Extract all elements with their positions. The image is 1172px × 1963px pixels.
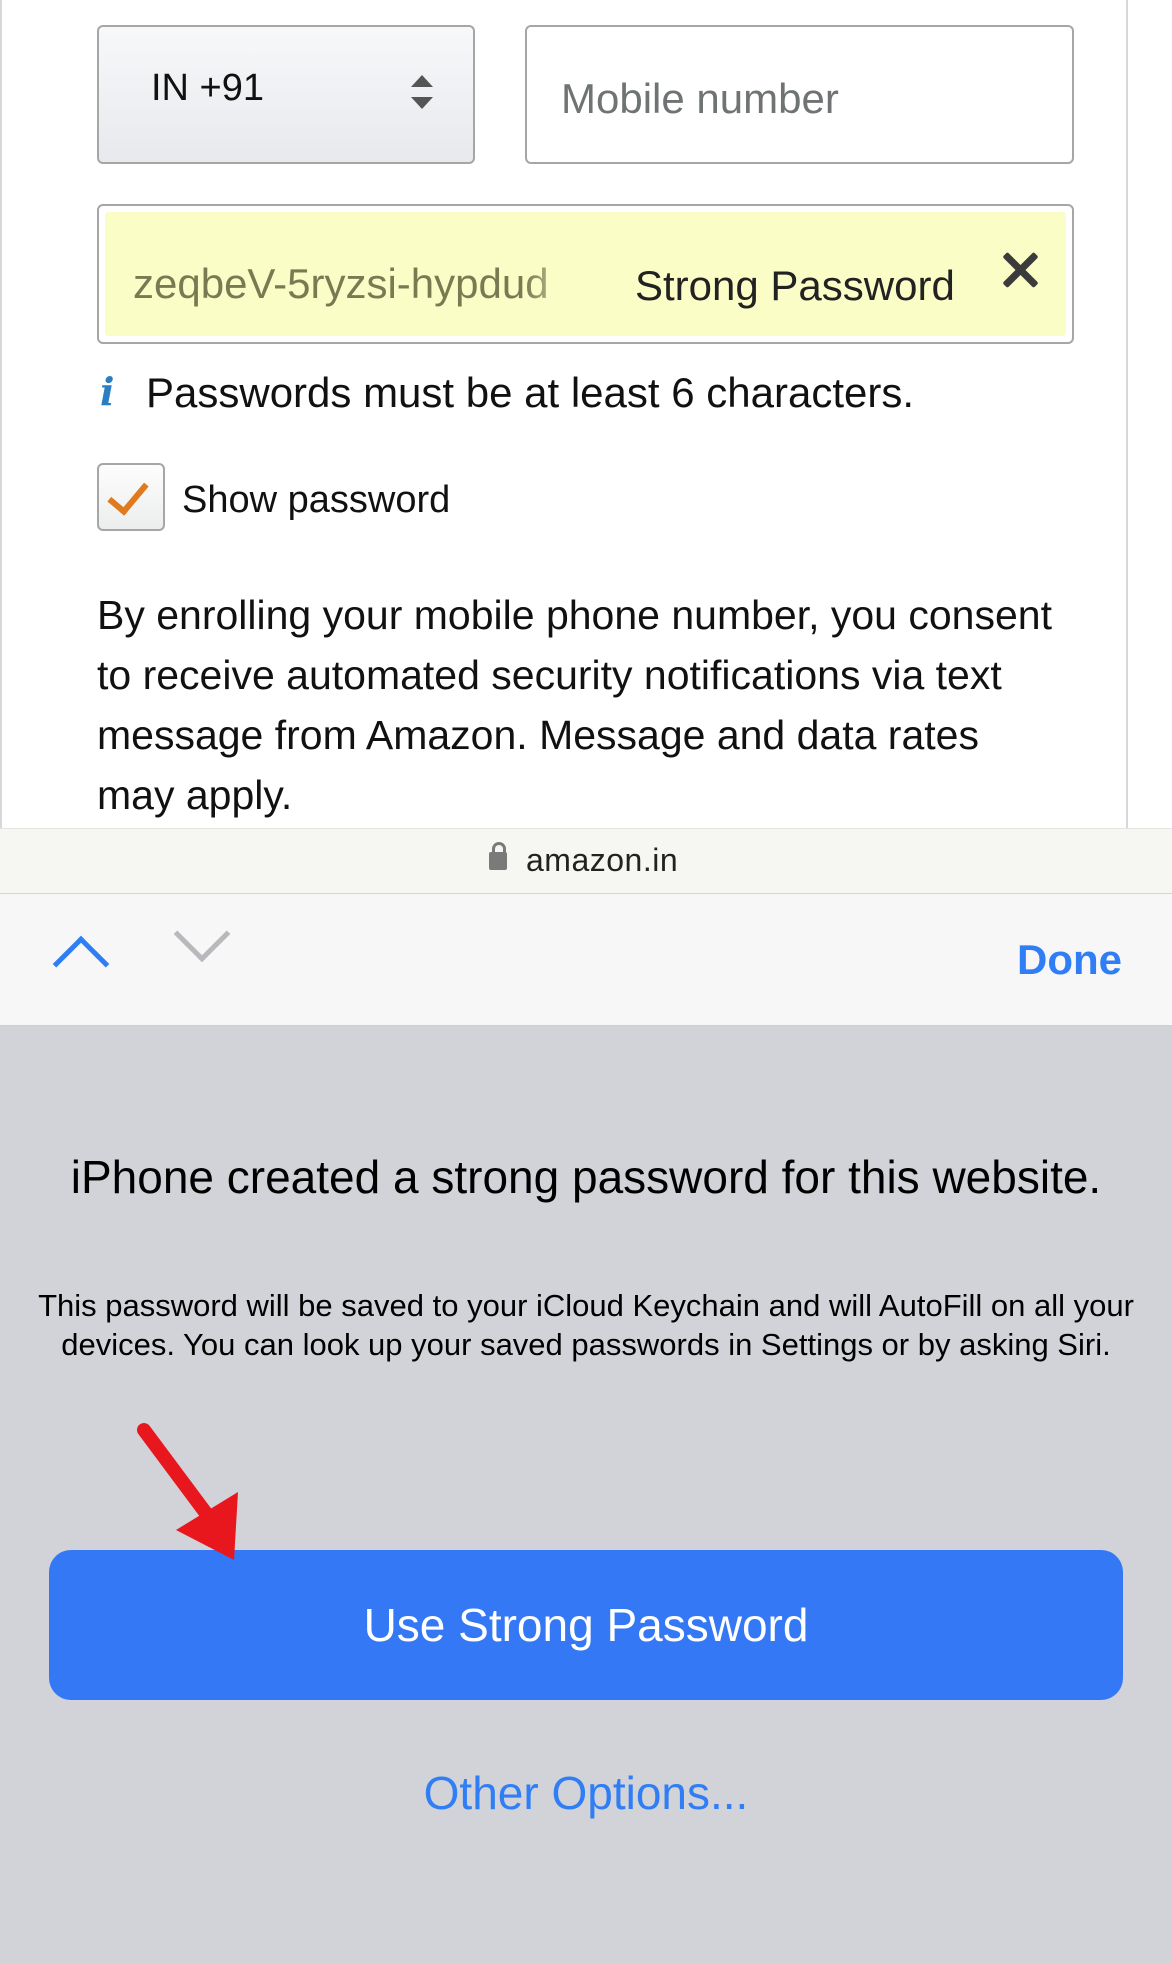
panel-title: iPhone created a strong password for thi… xyxy=(70,1151,1102,1203)
country-code-value: IN +91 xyxy=(151,67,265,109)
clear-password-icon[interactable] xyxy=(997,246,1043,292)
consent-text: By enrolling your mobile phone number, y… xyxy=(97,592,1052,818)
show-password-checkbox[interactable] xyxy=(97,463,165,531)
address-bar[interactable]: amazon.in xyxy=(0,828,1172,894)
next-field-chevron-down-icon[interactable] xyxy=(173,905,231,963)
use-strong-password-label: Use Strong Password xyxy=(363,1599,809,1651)
show-password-label: Show password xyxy=(182,479,451,521)
red-arrow-icon xyxy=(137,1423,238,1560)
mobile-number-input[interactable]: Mobile number xyxy=(525,25,1074,164)
use-strong-password-button[interactable]: Use Strong Password xyxy=(49,1550,1123,1700)
web-page: IN +91 Mobile number zeqbeV-5ryzsi-hypdu… xyxy=(0,0,1172,828)
previous-field-chevron-up-icon[interactable] xyxy=(52,935,110,993)
checkmark-icon xyxy=(107,472,149,516)
password-autofill-highlight: zeqbeV-5ryzsi-hypdud Strong Password xyxy=(105,212,1066,336)
lock-icon xyxy=(489,842,507,870)
other-options-button[interactable]: Other Options... xyxy=(0,1766,1172,1820)
password-input[interactable]: zeqbeV-5ryzsi-hypdud Strong Password xyxy=(97,204,1074,344)
mobile-number-placeholder: Mobile number xyxy=(561,75,839,122)
address-domain: amazon.in xyxy=(526,842,679,878)
password-value: zeqbeV-5ryzsi-hypdud xyxy=(133,260,593,308)
info-icon: i xyxy=(100,369,115,414)
strong-password-badge: Strong Password xyxy=(635,262,955,309)
done-button[interactable]: Done xyxy=(1017,936,1122,984)
panel-subtitle: This password will be saved to your iClo… xyxy=(38,1288,1134,1362)
up-down-arrows-icon xyxy=(411,75,433,115)
keyboard-accessory-bar: Done xyxy=(0,894,1172,1026)
country-code-select[interactable]: IN +91 xyxy=(97,25,475,164)
password-hint-text: Passwords must be at least 6 characters. xyxy=(146,369,914,416)
